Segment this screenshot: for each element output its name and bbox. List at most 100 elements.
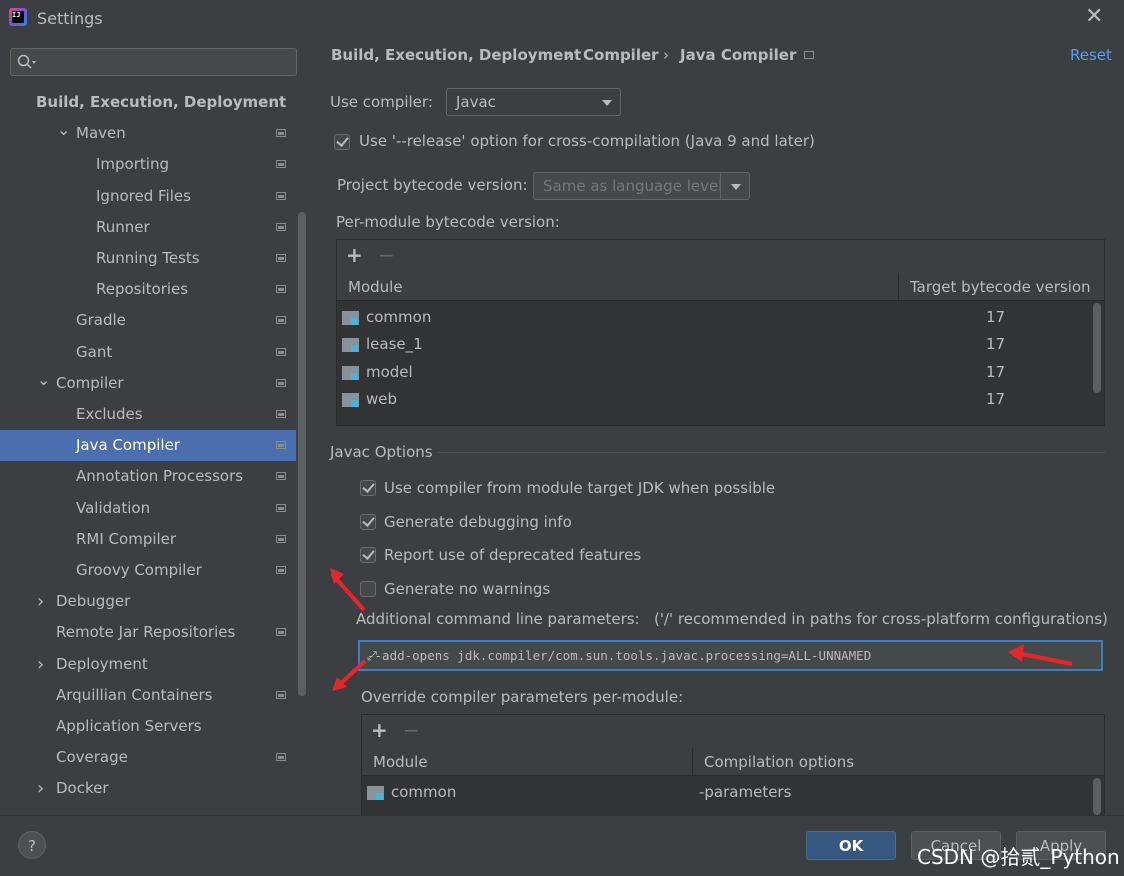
sidebar-item[interactable]: Build, Execution, Deployment: [0, 87, 296, 118]
chevron-right-icon[interactable]: ›: [37, 649, 44, 680]
sidebar-item[interactable]: ⌄ Compiler: [0, 368, 296, 399]
sidebar-item-label: Compiler: [56, 373, 124, 392]
option-checkbox[interactable]: [360, 514, 376, 530]
project-scope-icon: [276, 534, 286, 543]
breadcrumb-item[interactable]: Compiler: [583, 46, 659, 64]
remove-icon[interactable]: −: [378, 245, 395, 265]
sidebar-item-label: RMI Compiler: [76, 529, 177, 548]
table-scrollbar[interactable]: [1093, 303, 1101, 393]
dropdown-arrow-icon: [731, 184, 741, 190]
help-button[interactable]: ?: [18, 831, 46, 859]
option-label: Generate no warnings: [384, 580, 551, 598]
remove-icon[interactable]: −: [403, 720, 420, 740]
override-table: Module Compilation options common -parame…: [362, 748, 1104, 815]
module-folder-icon: [342, 338, 359, 352]
dropdown-arrow-icon: [602, 100, 612, 106]
search-input[interactable]: [10, 48, 297, 76]
table-row[interactable]: lease_1 17: [337, 331, 1097, 358]
column-header-options[interactable]: Compilation options: [693, 748, 1104, 776]
add-icon[interactable]: +: [346, 245, 363, 265]
table-row[interactable]: common 17: [337, 304, 1097, 331]
sidebar-item-label: Running Tests: [96, 249, 200, 267]
sidebar-item[interactable]: Importing: [0, 149, 296, 180]
sidebar-item-label: Runner: [96, 217, 150, 236]
option-checkbox[interactable]: [360, 480, 376, 496]
add-icon[interactable]: +: [371, 720, 388, 740]
project-scope-icon: [804, 51, 814, 59]
module-folder-icon: [342, 366, 359, 380]
sidebar-item[interactable]: › Deployment: [0, 649, 296, 680]
chevron-down-icon[interactable]: ⌄: [57, 114, 70, 145]
additional-params-label: Additional command line parameters:: [356, 610, 640, 628]
project-scope-icon: [276, 378, 286, 387]
search-icon: [17, 54, 36, 69]
watermark-text: CSDN @拾贰_Python: [917, 845, 1120, 869]
project-scope-icon: [276, 566, 286, 574]
module-name: web: [366, 390, 398, 408]
module-folder-icon: [342, 311, 359, 325]
sidebar-item[interactable]: Remote Jar Repositories: [0, 617, 296, 648]
breadcrumb-item[interactable]: Build, Execution, Deployment: [331, 46, 581, 64]
project-bytecode-label: Project bytecode version:: [337, 176, 528, 194]
option-label: Report use of deprecated features: [384, 546, 642, 564]
sidebar-item[interactable]: ⌄ Maven: [0, 118, 296, 149]
sidebar-item-label: Repositories: [96, 280, 189, 299]
sidebar-item[interactable]: Runner: [0, 212, 296, 243]
per-module-table: Module Target bytecode version common 17 …: [337, 273, 1104, 425]
table-row[interactable]: model 17: [337, 359, 1097, 386]
sidebar-item-label: Coverage: [56, 748, 128, 767]
sidebar-item[interactable]: Validation: [0, 493, 296, 524]
project-scope-icon: [276, 410, 286, 418]
sidebar-item[interactable]: › Debugger: [0, 586, 296, 617]
module-name: common: [391, 783, 457, 801]
use-compiler-select[interactable]: Javac: [446, 88, 621, 116]
sidebar-item[interactable]: Application Servers: [0, 711, 296, 742]
project-bytecode-value: Same as language level: [543, 177, 723, 195]
project-scope-icon: [276, 347, 286, 356]
sidebar-item[interactable]: Groovy Compiler: [0, 555, 296, 586]
sidebar-item[interactable]: Java Compiler: [0, 430, 296, 462]
sidebar-item-label: Annotation Processors: [76, 467, 244, 486]
project-bytecode-select[interactable]: Same as language level: [533, 172, 750, 200]
column-header-version[interactable]: Target bytecode version: [899, 273, 1104, 301]
chevron-right-icon[interactable]: ›: [37, 773, 44, 804]
module-version: 17: [986, 308, 1006, 326]
table-row[interactable]: web 17: [337, 386, 1097, 413]
sidebar-item[interactable]: Arquillian Containers: [0, 680, 296, 711]
module-version: 17: [986, 335, 1006, 353]
additional-params-input[interactable]: --add-opens jdk.compiler/com.sun.tools.j…: [358, 640, 1103, 671]
project-scope-icon: [276, 222, 286, 231]
window-title: Settings: [37, 9, 103, 28]
table-row[interactable]: common -parameters: [362, 779, 1092, 806]
sidebar-item[interactable]: Ignored Files: [0, 181, 296, 212]
project-scope-icon: [276, 753, 286, 762]
sidebar-item[interactable]: RMI Compiler: [0, 524, 296, 555]
annotation-arrow: [1008, 644, 1073, 666]
sidebar-item[interactable]: Repositories: [0, 274, 296, 305]
project-scope-icon: [276, 285, 286, 294]
javac-options-title: Javac Options: [330, 443, 433, 461]
close-icon[interactable]: ✕: [1085, 6, 1103, 28]
sidebar-item-label: Build, Execution, Deployment: [36, 93, 287, 111]
ok-button[interactable]: OK: [806, 831, 896, 860]
sidebar-item[interactable]: › Docker: [0, 773, 296, 804]
reset-link[interactable]: Reset: [1070, 46, 1112, 64]
sidebar-item-label: Gradle: [76, 311, 126, 330]
sidebar-item[interactable]: Coverage: [0, 742, 296, 773]
project-scope-icon: [276, 503, 286, 512]
sidebar-item[interactable]: Gradle: [0, 305, 296, 336]
use-compiler-label: Use compiler:: [330, 93, 433, 111]
sidebar-item-label: Maven: [76, 124, 126, 143]
chevron-right-icon[interactable]: ›: [37, 586, 44, 617]
chevron-down-icon[interactable]: ⌄: [37, 364, 50, 395]
column-header-module[interactable]: Module: [337, 273, 899, 301]
sidebar-item[interactable]: Running Tests: [0, 243, 296, 274]
expand-icon[interactable]: ⤢: [367, 648, 1093, 664]
table-scrollbar[interactable]: [1093, 778, 1101, 815]
release-option-checkbox[interactable]: [334, 134, 350, 150]
project-scope-icon: [276, 628, 286, 637]
sidebar-scrollbar[interactable]: [298, 212, 306, 696]
sidebar-item[interactable]: Excludes: [0, 399, 296, 430]
sidebar-item[interactable]: Annotation Processors: [0, 461, 296, 492]
column-header-module[interactable]: Module: [362, 748, 693, 776]
